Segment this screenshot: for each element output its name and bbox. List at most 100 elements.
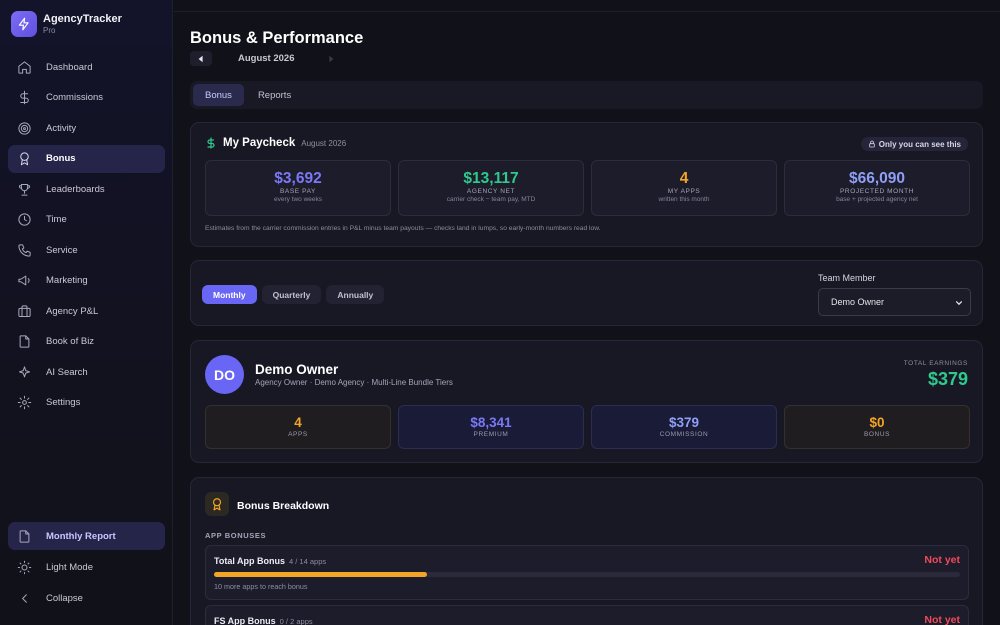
stat-label: AGENCY NET — [466, 188, 516, 195]
stat-label: PREMIUM — [473, 431, 509, 438]
chevron-down-icon — [955, 301, 963, 306]
award-icon — [205, 492, 229, 516]
megaphone-icon — [16, 273, 32, 289]
paycheck-stats: $3,692 BASE PAY every two weeks $13,117 … — [205, 160, 970, 216]
stat-value: $66,090 — [848, 170, 906, 187]
paycheck-note: Estimates from the carrier commission en… — [205, 225, 601, 232]
period-annually-button[interactable]: Annually — [326, 285, 385, 304]
phone-icon — [16, 242, 32, 258]
bonus-count: 0 / 2 apps — [279, 617, 313, 625]
sidebar-item-marketing[interactable]: Marketing — [8, 267, 165, 295]
bonus-status: Not yet — [924, 614, 960, 625]
triangle-left-icon — [198, 55, 203, 62]
stat-value: $379 — [668, 415, 700, 430]
brand[interactable]: AgencyTracker Pro — [11, 11, 122, 37]
sidebar-item-dashboard[interactable]: Dashboard — [8, 53, 165, 81]
next-month-button[interactable] — [320, 51, 342, 66]
sidebar-item-activity[interactable]: Activity — [8, 114, 165, 142]
sidebar: AgencyTracker Pro Dashboard Commissions … — [0, 0, 173, 625]
sidebar-item-bonus[interactable]: Bonus — [8, 144, 165, 173]
sidebar-item-agency-pl[interactable]: Agency P&L — [8, 297, 165, 325]
collapse-label: Collapse — [46, 592, 83, 604]
lock-icon — [869, 140, 875, 148]
stat-value: $13,117 — [463, 170, 519, 187]
period-monthly-button[interactable]: Monthly — [202, 285, 257, 304]
sidebar-footer: Monthly Report Light Mode Collapse — [8, 522, 165, 612]
sidebar-item-ai-search[interactable]: AI Search — [8, 358, 165, 386]
period-toggle: Monthly Quarterly Annually — [202, 285, 389, 304]
sidebar-item-label: Service — [46, 244, 78, 256]
month-navigator: August 2026 — [190, 51, 342, 66]
monthly-report-button[interactable]: Monthly Report — [8, 522, 165, 550]
sidebar-item-label: Book of Biz — [46, 336, 95, 347]
file-icon — [16, 528, 32, 544]
team-member-value: Demo Owner — [831, 297, 885, 307]
stat-my-apps: 4 MY APPS written this month — [591, 160, 777, 216]
sidebar-item-label: Settings — [46, 397, 81, 408]
stat-label: BASE PAY — [280, 188, 316, 195]
bonus-status: Not yet — [924, 554, 960, 566]
member-stats: 4 APPS $8,341 PREMIUM $379 COMMISSION $0… — [205, 405, 970, 449]
stat-projected-month: $66,090 PROJECTED MONTH base + projected… — [784, 160, 970, 216]
sidebar-item-label: Marketing — [46, 275, 88, 286]
paycheck-title: My Paycheck — [223, 137, 296, 149]
total-earnings-value: $379 — [927, 369, 968, 389]
sidebar-item-label: Dashboard — [46, 61, 93, 73]
brand-tier: Pro — [43, 26, 56, 35]
stat-sub: base + projected agency net — [836, 196, 918, 203]
triangle-right-icon — [329, 55, 334, 62]
sidebar-item-label: Agency P&L — [46, 305, 99, 317]
team-member-select[interactable]: Demo Owner — [818, 288, 971, 316]
tab-bonus[interactable]: Bonus — [193, 84, 244, 106]
light-mode-toggle[interactable]: Light Mode — [8, 553, 165, 581]
sidebar-item-leaderboards[interactable]: Leaderboards — [8, 175, 165, 203]
stat-value: $3,692 — [274, 170, 322, 187]
home-icon — [16, 59, 32, 75]
main-content: Bonus & Performance August 2026 Bonus Re… — [174, 0, 1000, 625]
top-bar — [174, 0, 1000, 12]
sidebar-item-book-of-biz[interactable]: Book of Biz — [8, 328, 165, 356]
sidebar-item-label: Leaderboards — [46, 183, 105, 195]
sidebar-item-commissions[interactable]: Commissions — [8, 84, 165, 112]
bonus-note: 10 more apps to reach bonus — [214, 582, 308, 591]
sidebar-item-label: Commissions — [46, 92, 104, 103]
stat-premium: $8,341 PREMIUM — [398, 405, 584, 449]
brand-name: AgencyTracker — [43, 13, 122, 25]
clock-icon — [16, 212, 32, 228]
sidebar-item-service[interactable]: Service — [8, 236, 165, 264]
filter-card: Monthly Quarterly Annually Team Member D… — [190, 260, 983, 326]
stat-label: PROJECTED MONTH — [840, 188, 914, 195]
sparkle-icon — [16, 364, 32, 380]
stat-sub: every two weeks — [273, 196, 323, 203]
tab-reports[interactable]: Reports — [246, 84, 303, 106]
trophy-icon — [16, 181, 32, 197]
member-name: Demo Owner — [255, 362, 339, 377]
stat-agency-net: $13,117 AGENCY NET carrier check − team … — [398, 160, 584, 216]
private-badge: Only you can see this — [860, 137, 968, 151]
sidebar-item-settings[interactable]: Settings — [8, 389, 165, 417]
member-summary-card: DO Demo Owner Agency Owner · Demo Agency… — [190, 340, 983, 463]
period-quarterly-button[interactable]: Quarterly — [261, 285, 322, 304]
sidebar-nav: Dashboard Commissions Activity Bonus Lea… — [8, 53, 165, 419]
progress-bar — [214, 572, 960, 577]
sidebar-item-time[interactable]: Time — [8, 206, 165, 234]
breakdown-title: Bonus Breakdown — [237, 500, 330, 512]
stat-value: $0 — [869, 415, 885, 430]
award-icon — [16, 151, 32, 167]
current-month: August 2026 — [238, 53, 295, 64]
member-subtitle: Agency Owner · Demo Agency · Multi-Line … — [255, 378, 453, 387]
bonus-row-total-app: Total App Bonus 4 / 14 apps Not yet 10 mo… — [205, 545, 969, 600]
stat-label: APPS — [288, 431, 308, 438]
light-mode-label: Light Mode — [46, 561, 94, 573]
paycheck-card: My Paycheck August 2026 Only you can see… — [190, 122, 983, 247]
gear-icon — [16, 395, 32, 411]
team-member-label: Team Member — [818, 273, 876, 283]
paycheck-month: August 2026 — [301, 138, 347, 148]
private-badge-label: Only you can see this — [878, 139, 961, 149]
bonus-count: 4 / 14 apps — [289, 557, 327, 566]
briefcase-icon — [16, 303, 32, 319]
stat-label: MY APPS — [667, 188, 701, 195]
file-icon — [16, 334, 32, 350]
previous-month-button[interactable] — [190, 51, 212, 66]
collapse-button[interactable]: Collapse — [8, 584, 165, 612]
